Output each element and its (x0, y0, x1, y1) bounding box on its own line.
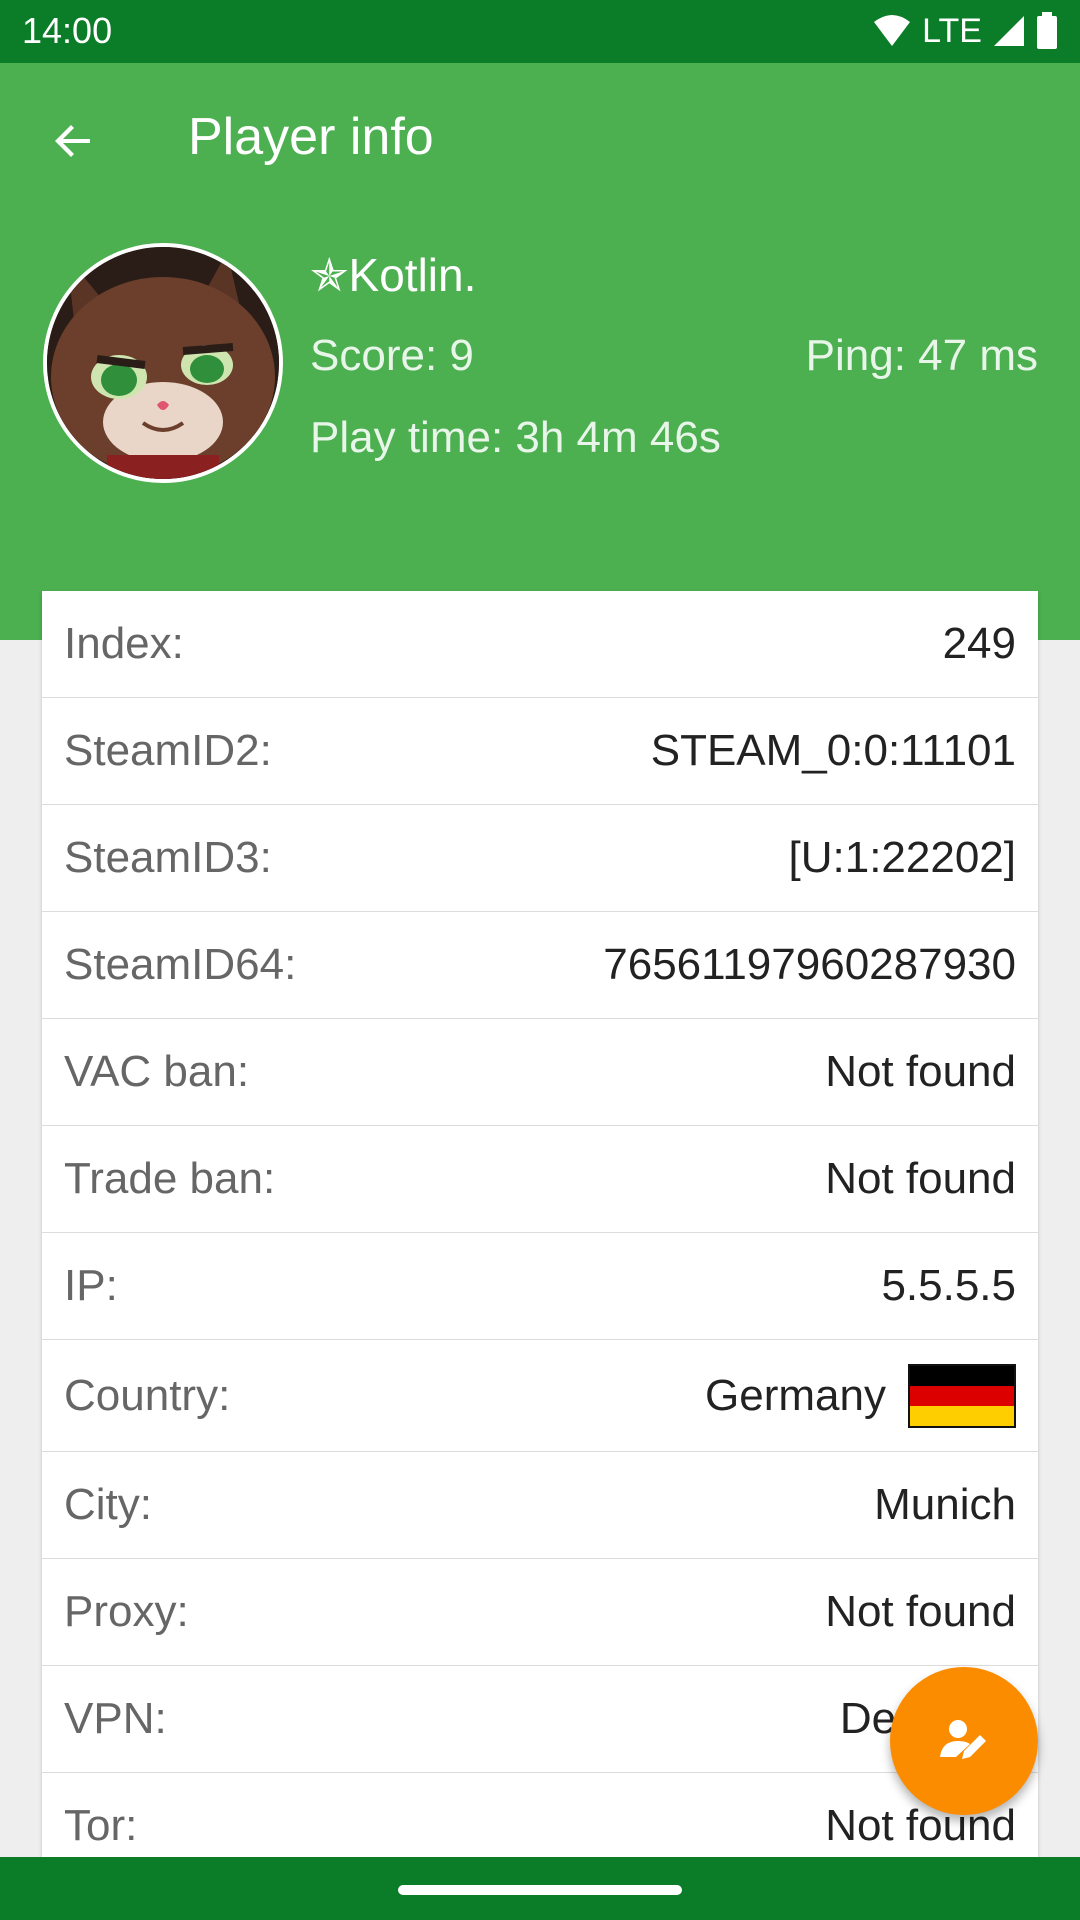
detail-row-index: Index: 249 (42, 591, 1038, 698)
detail-row-trade-ban: Trade ban: Not found (42, 1126, 1038, 1233)
detail-row-steamid64: SteamID64: 76561197960287930 (42, 912, 1038, 1019)
player-name: ✯Kotlin. (310, 249, 477, 301)
detail-value: Not found (825, 1154, 1016, 1203)
germany-flag-icon (908, 1363, 1016, 1428)
home-gesture-handle[interactable] (398, 1885, 682, 1895)
detail-row-country: Country: Germany (42, 1340, 1038, 1452)
detail-value: 5.5.5.5 (881, 1261, 1016, 1310)
detail-label: City: (64, 1480, 152, 1529)
detail-value: 249 (942, 619, 1016, 668)
detail-value: Munich (874, 1480, 1016, 1529)
status-bar: 14:00 LTE (0, 0, 1080, 63)
detail-value: STEAM_0:0:11101 (650, 726, 1016, 775)
detail-row-steamid3: SteamID3: [U:1:22202] (42, 805, 1038, 912)
flag-stripe (910, 1365, 1014, 1386)
network-type: LTE (922, 11, 982, 50)
player-play-time: Play time: 3h 4m 46s (310, 413, 721, 462)
flag-stripe (910, 1385, 1014, 1406)
detail-value: Not found (825, 1047, 1016, 1096)
detail-label: Tor: (64, 1801, 138, 1850)
detail-row-city: City: Munich (42, 1452, 1038, 1559)
detail-row-tor: Tor: Not found (42, 1773, 1038, 1857)
detail-row-vac-ban: VAC ban: Not found (42, 1019, 1038, 1126)
detail-label: SteamID3: (64, 833, 272, 882)
player-details-card: Index: 249 SteamID2: STEAM_0:0:11101 Ste… (42, 591, 1038, 1857)
system-navigation-bar (0, 1857, 1080, 1920)
flag-stripe (910, 1405, 1014, 1426)
battery-icon (1037, 12, 1057, 49)
detail-row-vpn: VPN: Detected (42, 1666, 1038, 1773)
arrow-back-icon (55, 125, 90, 157)
detail-row-ip: IP: 5.5.5.5 (42, 1233, 1038, 1340)
cat-avatar-image (47, 247, 279, 479)
detail-value: 76561197960287930 (603, 940, 1016, 989)
detail-row-steamid2: SteamID2: STEAM_0:0:11101 (42, 698, 1038, 805)
detail-label: IP: (64, 1261, 118, 1310)
country-name: Germany (705, 1370, 886, 1420)
detail-value: Not found (825, 1587, 1016, 1636)
detail-label: SteamID64: (64, 940, 297, 989)
detail-label: Proxy: (64, 1587, 189, 1636)
back-button[interactable] (44, 111, 104, 171)
edit-player-fab[interactable] (890, 1667, 1038, 1815)
detail-label: Country: (64, 1370, 231, 1420)
detail-label: SteamID2: (64, 726, 272, 775)
player-ping: Ping: 47 ms (805, 331, 1038, 380)
player-avatar (43, 243, 283, 483)
cell-signal-icon (994, 16, 1024, 46)
detail-value-country: Germany (705, 1363, 1016, 1428)
player-score: Score: 9 (310, 331, 474, 380)
page-title: Player info (188, 108, 434, 166)
detail-value: [U:1:22202] (788, 833, 1017, 882)
detail-row-proxy: Proxy: Not found (42, 1559, 1038, 1666)
wifi-icon (874, 15, 911, 46)
detail-label: Trade ban: (64, 1154, 276, 1203)
status-time: 14:00 (22, 10, 113, 51)
detail-label: Index: (64, 619, 184, 668)
app-header: Player info ✯Kotlin. Score: 9 Ping: 47 m… (0, 63, 1080, 640)
person-edit-icon (940, 1720, 986, 1759)
status-icons: LTE (872, 8, 1058, 54)
detail-label: VPN: (64, 1694, 167, 1743)
detail-label: VAC ban: (64, 1047, 250, 1096)
